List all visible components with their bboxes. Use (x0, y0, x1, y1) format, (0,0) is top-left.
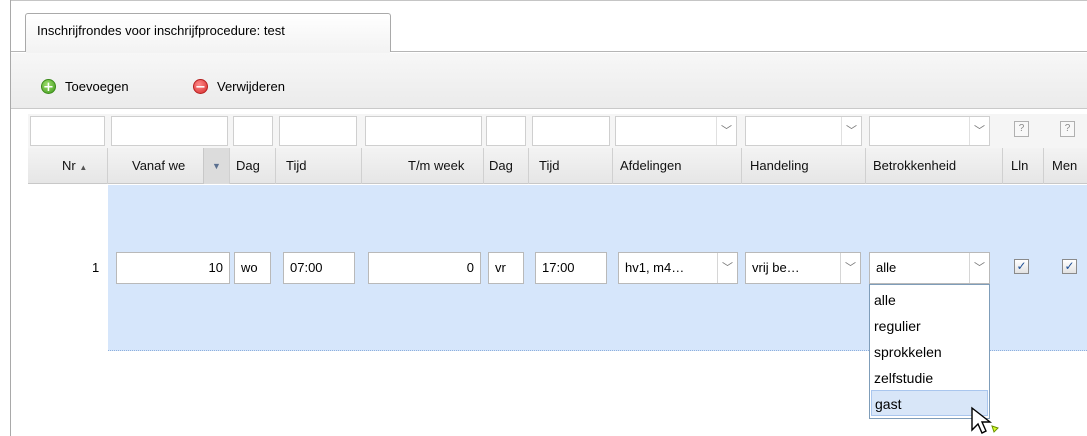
filter-nr-input[interactable] (30, 116, 105, 146)
handeling-select-value: vrij be… (752, 260, 800, 275)
filter-vanaf-week-input[interactable] (111, 116, 228, 146)
vanaf-week-input[interactable]: 10 (116, 252, 230, 284)
column-header-dag2[interactable]: Dag (489, 158, 513, 173)
betrokkenheid-select[interactable]: alle ﹀ (869, 252, 990, 284)
column-header-tijd1-label: Tijd (286, 158, 307, 173)
column-header-betrokkenheid-label: Betrokkenheid (873, 158, 957, 173)
column-divider (361, 148, 362, 184)
column-divider (612, 148, 613, 184)
filter-betrokkenheid-select[interactable]: ﹀ (869, 116, 990, 146)
filter-handeling-select[interactable]: ﹀ (745, 116, 862, 146)
column-divider (483, 148, 484, 184)
column-header-dag1[interactable]: Dag (236, 158, 260, 173)
betrokkenheid-dropdown-list: alle regulier sprokkelen zelfstudie gast (869, 284, 990, 419)
chevron-down-icon: ﹀ (716, 117, 736, 145)
tab-inschrijfrondes[interactable]: Inschrijfrondes voor inschrijfprocedure:… (25, 13, 391, 52)
chevron-down-icon: ﹀ (840, 253, 860, 283)
delete-button[interactable]: − Verwijderen (193, 77, 285, 95)
option-regulier[interactable]: regulier (871, 313, 988, 339)
column-header-tm-week-label: T/m week (408, 158, 465, 173)
column-header-vanaf-week[interactable]: Vanaf we (132, 158, 185, 173)
filter-dag2-input[interactable] (486, 116, 526, 146)
check-icon: ✓ (1064, 259, 1075, 273)
column-header-tijd2[interactable]: Tijd (539, 158, 559, 173)
filter-tm-week-input[interactable] (365, 116, 482, 146)
column-header-tijd1[interactable]: Tijd (286, 158, 306, 173)
filter-men-help[interactable]: ? (1060, 121, 1075, 137)
column-divider (741, 148, 742, 184)
filter-tijd2-input[interactable] (532, 116, 610, 146)
column-header-afdelingen[interactable]: Afdelingen (620, 158, 681, 173)
dag2-input[interactable]: vr (488, 252, 524, 284)
option-zelfstudie[interactable]: zelfstudie (871, 365, 988, 391)
column-divider (865, 148, 866, 184)
column-divider (275, 148, 276, 184)
delete-button-label: Verwijderen (217, 78, 285, 94)
option-sprokkelen[interactable]: sprokkelen (871, 339, 988, 365)
dag1-input[interactable]: wo (234, 252, 271, 284)
minus-icon: − (193, 78, 208, 95)
column-divider (528, 148, 529, 184)
chevron-down-icon: ﹀ (969, 253, 989, 283)
column-header-handeling[interactable]: Handeling (750, 158, 809, 173)
column-header-nr[interactable]: Nr ▲ (62, 158, 87, 173)
column-divider (229, 148, 230, 184)
tab-label: Inschrijfrondes voor inschrijfprocedure:… (37, 23, 285, 38)
chevron-down-icon: ﹀ (717, 253, 737, 283)
chevron-down-icon: ﹀ (969, 117, 989, 145)
column-header-handeling-label: Handeling (750, 158, 809, 173)
add-button[interactable]: + Toevoegen (41, 77, 129, 95)
column-header-tm-week[interactable]: T/m week (408, 158, 464, 173)
column-header-lln-label: Lln (1011, 158, 1029, 173)
betrokkenheid-select-value: alle (876, 260, 897, 275)
filter-tijd1-input[interactable] (279, 116, 357, 146)
column-header-tijd2-label: Tijd (539, 158, 560, 173)
tijd2-input[interactable]: 17:00 (535, 252, 607, 284)
column-divider (107, 148, 108, 184)
column-header-betrokkenheid[interactable]: Betrokkenheid (873, 158, 956, 173)
tm-week-input[interactable]: 0 (368, 252, 481, 284)
column-header-nr-label: Nr (62, 158, 76, 173)
men-checkbox[interactable]: ✓ (1062, 259, 1077, 274)
chevron-down-icon: ﹀ (841, 117, 861, 145)
plus-icon: + (41, 78, 56, 95)
filter-afdelingen-select[interactable]: ﹀ (615, 116, 737, 146)
column-header-dag1-label: Dag (236, 158, 260, 173)
column-menu-trigger[interactable]: ▼ (203, 148, 229, 184)
handeling-select[interactable]: vrij be… ﹀ (745, 252, 861, 284)
filter-dag1-input[interactable] (233, 116, 273, 146)
option-alle[interactable]: alle (871, 287, 988, 313)
add-button-label: Toevoegen (65, 78, 129, 94)
chevron-down-icon: ▼ (212, 161, 221, 171)
check-icon: ✓ (1016, 259, 1027, 273)
filter-lln-help[interactable]: ? (1014, 121, 1029, 137)
column-header-afdelingen-label: Afdelingen (620, 158, 682, 173)
column-header-lln[interactable]: Lln (1011, 158, 1028, 173)
afdelingen-select[interactable]: hv1, m4… ﹀ (618, 252, 738, 284)
afdelingen-select-value: hv1, m4… (625, 260, 685, 275)
column-divider (1043, 148, 1044, 184)
column-divider (1002, 148, 1003, 184)
column-header-dag2-label: Dag (489, 158, 513, 173)
row-nr: 1 (92, 260, 100, 275)
column-header-men-label: Men (1052, 158, 1078, 173)
column-header-vanaf-week-label: Vanaf we (132, 158, 186, 173)
mouse-pointer-icon (971, 406, 999, 434)
tijd1-input[interactable]: 07:00 (283, 252, 355, 284)
toolbar (11, 53, 1087, 109)
lln-checkbox[interactable]: ✓ (1014, 259, 1029, 274)
column-header-men[interactable]: Men (1052, 158, 1077, 173)
sort-ascending-icon: ▲ (79, 163, 88, 172)
